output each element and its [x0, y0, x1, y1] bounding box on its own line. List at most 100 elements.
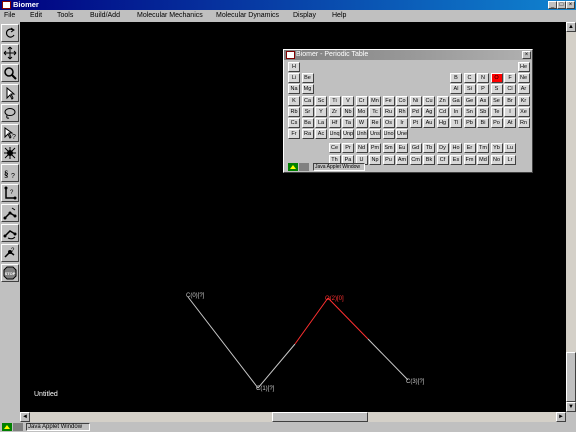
menu-build-add[interactable]: Build/Add: [90, 10, 120, 22]
element-button-eu[interactable]: Eu: [396, 143, 408, 154]
element-button-y[interactable]: Y: [315, 106, 327, 117]
periodic-table-title-bar[interactable]: Biomer - Periodic Table ×: [284, 50, 532, 60]
scroll-left-button[interactable]: ◄: [20, 412, 30, 422]
element-button-ra[interactable]: Ra: [301, 129, 314, 140]
element-button-cs[interactable]: Cs: [288, 118, 300, 128]
element-button-br[interactable]: Br: [504, 95, 516, 106]
element-button-fe[interactable]: Fe: [382, 95, 395, 106]
move-tool[interactable]: [1, 44, 19, 62]
element-button-w[interactable]: W: [355, 118, 368, 128]
element-button-mo[interactable]: Mo: [355, 106, 368, 117]
element-button-hf[interactable]: Hf: [328, 118, 341, 128]
undo-tool[interactable]: [1, 24, 19, 42]
element-button-ac[interactable]: Ac: [315, 129, 327, 140]
menu-tools[interactable]: Tools: [57, 10, 73, 22]
scroll-right-button[interactable]: ►: [556, 412, 566, 422]
element-button-sn[interactable]: Sn: [463, 106, 476, 117]
zoom-tool[interactable]: [1, 64, 19, 82]
element-button-cu[interactable]: Cu: [423, 95, 435, 106]
element-button-ag[interactable]: Ag: [423, 106, 435, 117]
element-button-ta[interactable]: Ta: [342, 118, 354, 128]
element-button-co[interactable]: Co: [396, 95, 408, 106]
atom-label-c1[interactable]: C(1)[?]: [256, 386, 275, 392]
element-button-rb[interactable]: Rb: [288, 106, 300, 117]
scroll-up-button[interactable]: ▲: [566, 22, 576, 32]
element-button-ti[interactable]: Ti: [328, 95, 341, 106]
menu-display[interactable]: Display: [293, 10, 316, 22]
periodic-close-button[interactable]: ×: [522, 51, 531, 59]
element-button-li[interactable]: Li: [288, 73, 300, 84]
menu-molecular-mechanics[interactable]: Molecular Mechanics: [137, 10, 203, 22]
close-button[interactable]: ×: [566, 1, 575, 9]
bond-query-tool[interactable]: ?: [1, 244, 19, 262]
atom-label-o2[interactable]: O(2)[0]: [325, 296, 344, 302]
bond-c1-o2-half1[interactable]: [257, 343, 296, 389]
measure-distance-tool[interactable]: §?: [1, 164, 19, 182]
element-button-k[interactable]: K: [288, 95, 300, 106]
element-button-sc[interactable]: Sc: [315, 95, 327, 106]
element-button-unp[interactable]: Unp: [342, 129, 354, 140]
element-button-cr[interactable]: Cr: [355, 95, 368, 106]
element-button-kr[interactable]: Kr: [517, 95, 530, 106]
element-button-pt[interactable]: Pt: [409, 118, 422, 128]
element-button-sb[interactable]: Sb: [477, 106, 489, 117]
vertical-scrollbar[interactable]: ▲ ▼: [566, 22, 576, 412]
rotate-tool[interactable]: [1, 224, 19, 242]
element-button-ce[interactable]: Ce: [328, 143, 341, 154]
bond-c0-c1[interactable]: [187, 296, 259, 389]
element-button-la[interactable]: La: [315, 118, 327, 128]
element-button-lu[interactable]: Lu: [504, 143, 516, 154]
element-button-tb[interactable]: Tb: [423, 143, 435, 154]
element-button-i[interactable]: I: [504, 106, 516, 117]
element-button-zn[interactable]: Zn: [436, 95, 449, 106]
element-button-nb[interactable]: Nb: [342, 106, 354, 117]
element-button-fr[interactable]: Fr: [288, 129, 300, 140]
element-button-as[interactable]: As: [477, 95, 489, 106]
horizontal-scroll-thumb[interactable]: [272, 412, 368, 422]
element-button-cl[interactable]: Cl: [504, 84, 516, 95]
add-atom-tool[interactable]: [1, 144, 19, 162]
element-button-os[interactable]: Os: [382, 118, 395, 128]
element-button-tc[interactable]: Tc: [369, 106, 381, 117]
element-button-uno[interactable]: Uno: [382, 129, 395, 140]
bond-o2-c3-half2[interactable]: [367, 338, 409, 381]
element-button-p[interactable]: P: [477, 84, 489, 95]
element-button-gd[interactable]: Gd: [409, 143, 422, 154]
element-button-ar[interactable]: Ar: [517, 84, 530, 95]
element-button-pb[interactable]: Pb: [463, 118, 476, 128]
element-button-uns[interactable]: Uns: [369, 129, 381, 140]
element-button-n[interactable]: N: [477, 73, 489, 84]
menu-help[interactable]: Help: [332, 10, 346, 22]
horizontal-scrollbar[interactable]: ◄ ►: [20, 412, 566, 422]
element-button-pm[interactable]: Pm: [369, 143, 381, 154]
element-button-sm[interactable]: Sm: [382, 143, 395, 154]
element-button-zr[interactable]: Zr: [328, 106, 341, 117]
element-button-mg[interactable]: Mg: [301, 84, 314, 95]
menu-edit[interactable]: Edit: [30, 10, 42, 22]
element-button-hg[interactable]: Hg: [436, 118, 449, 128]
element-button-ne[interactable]: Ne: [517, 73, 530, 84]
element-button-se[interactable]: Se: [490, 95, 503, 106]
minimize-button[interactable]: _: [548, 1, 557, 9]
element-button-rh[interactable]: Rh: [396, 106, 408, 117]
menu-molecular-dynamics[interactable]: Molecular Dynamics: [216, 10, 279, 22]
vertical-scroll-thumb[interactable]: [566, 352, 576, 402]
element-button-re[interactable]: Re: [369, 118, 381, 128]
element-button-tm[interactable]: Tm: [477, 143, 489, 154]
element-button-tl[interactable]: Tl: [450, 118, 462, 128]
lasso-tool[interactable]: [1, 104, 19, 122]
scroll-down-button[interactable]: ▼: [566, 402, 576, 412]
element-button-yb[interactable]: Yb: [490, 143, 503, 154]
measure-dihedral-tool[interactable]: [1, 204, 19, 222]
element-button-au[interactable]: Au: [423, 118, 435, 128]
element-button-al[interactable]: Al: [450, 84, 462, 95]
element-button-mn[interactable]: Mn: [369, 95, 381, 106]
element-button-dy[interactable]: Dy: [436, 143, 449, 154]
measure-angle-tool[interactable]: ?: [1, 184, 19, 202]
element-button-xe[interactable]: Xe: [517, 106, 530, 117]
element-button-s[interactable]: S: [490, 84, 503, 95]
element-button-po[interactable]: Po: [490, 118, 503, 128]
element-button-ni[interactable]: Ni: [409, 95, 422, 106]
element-button-bi[interactable]: Bi: [477, 118, 489, 128]
element-button-at[interactable]: At: [504, 118, 516, 128]
